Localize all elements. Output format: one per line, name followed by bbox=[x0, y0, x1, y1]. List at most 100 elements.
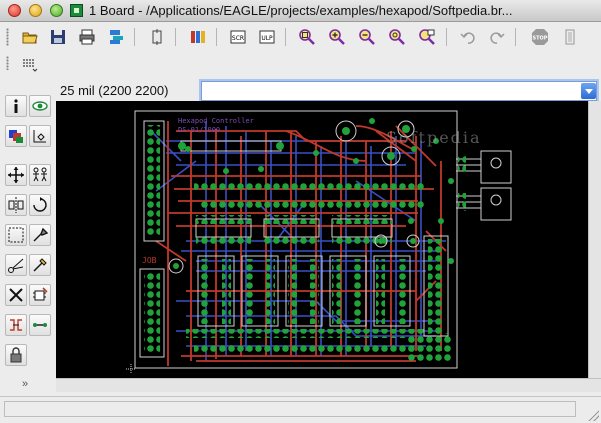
main-toolbar: SCR ULP STOP bbox=[0, 22, 601, 80]
undo-button[interactable] bbox=[458, 27, 478, 47]
voltage-regulators bbox=[456, 150, 512, 221]
svg-text:SCR: SCR bbox=[232, 35, 244, 42]
change-button[interactable] bbox=[29, 224, 51, 246]
command-row: 25 mil (2200 2200) bbox=[0, 80, 601, 102]
rotate-icon bbox=[33, 197, 47, 212]
redo-button[interactable] bbox=[487, 27, 507, 47]
script-button[interactable]: SCR bbox=[228, 27, 248, 47]
replace-button[interactable] bbox=[29, 314, 51, 336]
ulp-icon: ULP bbox=[259, 30, 275, 44]
save-icon bbox=[51, 30, 65, 44]
header-row-1 bbox=[194, 183, 424, 192]
resize-grip-icon[interactable] bbox=[587, 409, 599, 421]
stop-icon: STOP bbox=[532, 29, 548, 45]
mirror-button[interactable] bbox=[5, 194, 27, 216]
go-icon bbox=[565, 29, 575, 45]
library-icon bbox=[191, 31, 205, 43]
zoom-redraw-button[interactable] bbox=[387, 27, 407, 47]
close-window-button[interactable] bbox=[8, 4, 21, 17]
svg-text:ULP: ULP bbox=[261, 35, 273, 42]
mark-button[interactable] bbox=[29, 125, 51, 147]
title-bar: 1 Board - /Applications/EAGLE/projects/e… bbox=[0, 0, 601, 22]
ulp-button[interactable]: ULP bbox=[257, 27, 277, 47]
zoom-in-icon bbox=[329, 29, 345, 45]
save-button[interactable] bbox=[48, 27, 68, 47]
open-button[interactable] bbox=[20, 27, 40, 47]
header-row-bottom-2 bbox=[194, 343, 414, 352]
paste-button[interactable] bbox=[29, 254, 51, 276]
paste-icon bbox=[33, 258, 47, 272]
tool-palette: » bbox=[0, 95, 56, 395]
undo-icon bbox=[460, 32, 475, 44]
job-label: JOB bbox=[142, 256, 157, 265]
minimize-window-button[interactable] bbox=[29, 4, 42, 17]
window-title: 1 Board - /Applications/EAGLE/projects/e… bbox=[89, 3, 513, 18]
cam-processor-icon bbox=[110, 30, 123, 44]
pinswap-button[interactable] bbox=[5, 314, 27, 336]
move-button[interactable] bbox=[5, 164, 27, 186]
add-icon bbox=[33, 287, 48, 301]
delete-button[interactable] bbox=[5, 284, 27, 306]
copy-icon bbox=[33, 167, 47, 182]
stop-button[interactable]: STOP bbox=[530, 27, 550, 47]
more-tools-chevron-icon[interactable]: » bbox=[22, 378, 28, 390]
command-history-dropdown[interactable] bbox=[581, 83, 596, 99]
horizontal-scrollbar[interactable] bbox=[56, 378, 601, 392]
print-icon bbox=[79, 29, 95, 45]
delete-icon bbox=[9, 288, 23, 302]
toolbar-grip[interactable] bbox=[6, 28, 9, 46]
zoom-in-button[interactable] bbox=[327, 27, 347, 47]
grid-button[interactable] bbox=[20, 55, 40, 75]
zoom-window-button[interactable] bbox=[50, 4, 63, 17]
script-icon: SCR bbox=[230, 30, 246, 44]
display-layers-button[interactable] bbox=[5, 125, 27, 147]
open-icon bbox=[22, 32, 38, 44]
zoom-fit-icon bbox=[299, 29, 315, 45]
library-button[interactable] bbox=[188, 27, 208, 47]
zoom-area-button[interactable] bbox=[417, 27, 437, 47]
move-icon bbox=[8, 167, 24, 183]
mirror-icon bbox=[8, 197, 24, 213]
status-message bbox=[4, 401, 576, 417]
zoom-out-button[interactable] bbox=[357, 27, 377, 47]
redo-icon bbox=[490, 32, 505, 44]
switch-schematic-button[interactable] bbox=[147, 27, 167, 47]
lock-icon bbox=[10, 347, 22, 363]
go-button[interactable] bbox=[560, 27, 580, 47]
command-line-input[interactable] bbox=[201, 81, 597, 101]
board-canvas[interactable]: JOB Hexapod Controller DS-01/1000 Softpe… bbox=[56, 101, 588, 378]
zoom-fit-button[interactable] bbox=[297, 27, 317, 47]
show-icon bbox=[32, 101, 48, 111]
connector-right-bottom bbox=[408, 333, 453, 361]
copy-button[interactable] bbox=[29, 164, 51, 186]
group-icon bbox=[8, 227, 24, 243]
status-bar bbox=[0, 396, 601, 423]
replace-icon bbox=[33, 323, 47, 327]
toolbar-grip-2[interactable] bbox=[6, 56, 9, 70]
info-button[interactable] bbox=[5, 95, 27, 117]
rotate-button[interactable] bbox=[29, 194, 51, 216]
cut-button[interactable] bbox=[5, 254, 27, 276]
softpedia-watermark: Softpedia bbox=[386, 128, 482, 147]
switch-schematic-icon bbox=[152, 29, 162, 45]
grid-icon bbox=[23, 59, 38, 72]
cam-processor-button[interactable] bbox=[106, 27, 126, 47]
group-button[interactable] bbox=[5, 224, 27, 246]
board-subtitle-text: DS-01/1000 bbox=[178, 126, 220, 134]
board-document-icon bbox=[70, 4, 83, 17]
display-layers-icon bbox=[9, 130, 23, 143]
print-button[interactable] bbox=[77, 27, 97, 47]
board-title-text: Hexapod Controller bbox=[178, 117, 254, 125]
pcb-layout[interactable]: JOB Hexapod Controller DS-01/1000 Softpe… bbox=[56, 101, 588, 378]
mark-icon bbox=[33, 130, 46, 143]
change-icon bbox=[33, 227, 49, 242]
vertical-scrollbar[interactable] bbox=[588, 101, 601, 378]
eagle-board-window: 1 Board - /Applications/EAGLE/projects/e… bbox=[0, 0, 601, 423]
add-button[interactable] bbox=[29, 284, 51, 306]
zoom-out-icon bbox=[359, 29, 375, 45]
show-button[interactable] bbox=[29, 95, 51, 117]
coordinate-display: 25 mil (2200 2200) bbox=[60, 83, 169, 98]
info-icon bbox=[14, 99, 18, 113]
lock-button[interactable] bbox=[5, 344, 27, 366]
svg-text:STOP: STOP bbox=[533, 36, 548, 42]
